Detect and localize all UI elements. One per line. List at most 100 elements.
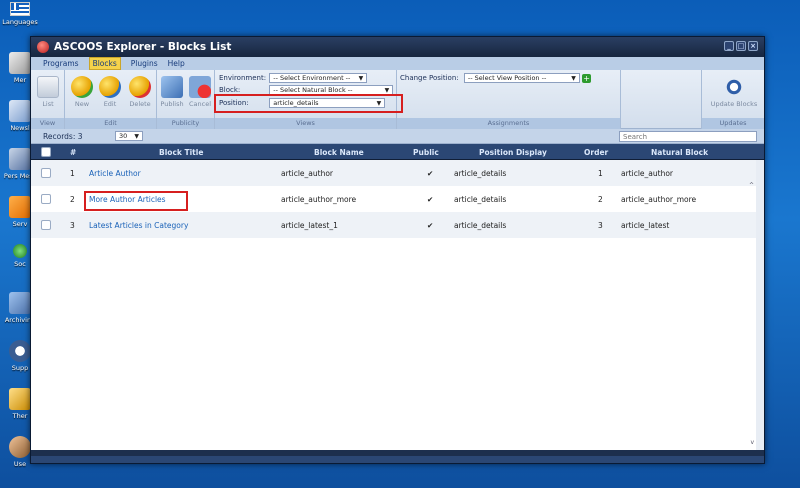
ascoos-logo-icon <box>37 41 49 53</box>
new-button[interactable]: New <box>69 76 95 108</box>
chevron-down-icon: ▼ <box>134 133 139 140</box>
close-button[interactable]: × <box>748 41 758 51</box>
desktop-icon-label: Languages <box>2 18 38 26</box>
toolbar: List View New Edit Delete Edit Publish C… <box>31 70 764 129</box>
column-header-natural-block[interactable]: Natural Block <box>651 148 708 157</box>
updates-group-label: Updates <box>702 118 764 129</box>
view-group: List View <box>31 70 65 129</box>
menu-bar: Programs Blocks Plugins Help <box>31 57 764 70</box>
update-blocks-label: Update Blocks <box>710 100 758 108</box>
archive-icon <box>9 292 31 314</box>
public-check-icon[interactable]: ✔ <box>427 195 433 204</box>
greek-flag-icon <box>10 2 30 16</box>
delete-button[interactable]: Delete <box>127 76 153 108</box>
newsletter-icon <box>9 100 31 122</box>
window-footer <box>31 456 764 463</box>
edit-button-label: Edit <box>103 100 117 108</box>
column-header-order[interactable]: Order <box>584 148 608 157</box>
add-position-icon[interactable]: + <box>582 73 592 83</box>
menu-item-programs[interactable]: Programs <box>43 59 79 68</box>
change-position-select-value: -- Select View Position -- <box>467 74 547 82</box>
menu-item-plugins[interactable]: Plugins <box>131 59 158 68</box>
position-display: article_details <box>454 169 507 178</box>
edit-group: New Edit Delete Edit <box>65 70 157 129</box>
row-checkbox[interactable] <box>41 220 51 230</box>
block-title-link[interactable]: Article Author <box>89 169 141 178</box>
change-position-select[interactable]: -- Select View Position -- ▼ <box>463 73 580 83</box>
cancel-button-label: Cancel <box>188 100 212 108</box>
delete-block-icon <box>129 76 151 98</box>
public-check-icon[interactable]: ✔ <box>427 221 433 230</box>
row-number: 3 <box>70 221 75 230</box>
view-group-label: View <box>31 118 64 129</box>
update-icon <box>723 76 745 98</box>
list-button-label: List <box>42 100 54 108</box>
blocks-grid: 1 Article Author article_author ✔ articl… <box>31 160 764 450</box>
environment-select[interactable]: -- Select Environment -- ▼ <box>269 73 368 83</box>
support-icon <box>9 340 31 362</box>
update-blocks-button[interactable]: Update Blocks <box>708 76 760 108</box>
position-display: article_details <box>454 195 507 204</box>
records-count: Records: 3 <box>43 132 83 141</box>
page-size-select[interactable]: 30 ▼ <box>115 131 143 141</box>
list-button[interactable]: List <box>35 76 61 108</box>
column-header-number[interactable]: # <box>70 148 76 157</box>
social-icon <box>13 244 27 258</box>
grid-header: # Block Title Block Name Public Position… <box>31 144 764 160</box>
edit-block-icon <box>99 76 121 98</box>
menu-item-blocks[interactable]: Blocks <box>88 57 121 70</box>
records-bar: Records: 3 30 ▼ <box>31 129 764 144</box>
themes-icon <box>9 388 31 410</box>
column-header-position-display[interactable]: Position Display <box>479 148 547 157</box>
chevron-down-icon: ▼ <box>571 75 576 82</box>
block-label: Block: <box>219 86 241 94</box>
edit-button[interactable]: Edit <box>97 76 123 108</box>
page-size-value: 30 <box>119 132 128 140</box>
environment-row: Environment: -- Select Environment -- ▼ <box>219 73 368 83</box>
table-row[interactable]: 1 Article Author article_author ✔ articl… <box>31 160 756 186</box>
natural-block: article_author_more <box>621 195 697 204</box>
order-value: 3 <box>598 221 603 230</box>
order-value: 1 <box>598 169 603 178</box>
position-highlight <box>214 94 403 113</box>
publicity-group: Publish Cancel Publicity <box>157 70 215 129</box>
column-header-public[interactable]: Public <box>413 148 439 157</box>
row-number: 2 <box>70 195 75 204</box>
search-input[interactable] <box>619 131 757 142</box>
table-row[interactable]: 3 Latest Articles in Category article_la… <box>31 212 756 238</box>
environment-select-value: -- Select Environment -- <box>273 74 351 82</box>
publish-button-label: Publish <box>160 100 184 108</box>
block-title-link[interactable]: Latest Articles in Category <box>89 221 188 230</box>
maximize-button[interactable]: □ <box>736 41 746 51</box>
column-header-block-name[interactable]: Block Name <box>314 148 364 157</box>
change-position-label: Change Position: <box>400 74 459 82</box>
natural-block: article_latest <box>621 221 670 230</box>
title-highlight <box>84 191 188 211</box>
window-titlebar[interactable]: ASCOOS Explorer - Blocks List _ □ × <box>31 37 764 57</box>
new-button-label: New <box>74 100 90 108</box>
edit-group-label: Edit <box>65 118 156 129</box>
block-name: article_latest_1 <box>281 221 338 230</box>
cancel-button[interactable]: Cancel <box>187 76 213 108</box>
publicity-group-label: Publicity <box>157 118 214 129</box>
menu-item-help[interactable]: Help <box>168 59 185 68</box>
order-value: 2 <box>598 195 603 204</box>
row-checkbox[interactable] <box>41 168 51 178</box>
blocks-list-window: ASCOOS Explorer - Blocks List _ □ × Prog… <box>30 36 765 464</box>
block-name: article_author_more <box>281 195 357 204</box>
publish-button[interactable]: Publish <box>159 76 185 108</box>
cancel-icon <box>189 76 211 98</box>
minimize-button[interactable]: _ <box>724 41 734 51</box>
select-all-checkbox[interactable] <box>41 147 51 157</box>
desktop-icon-languages[interactable]: Languages <box>0 2 40 26</box>
scroll-down-icon[interactable]: v <box>750 439 754 446</box>
publish-icon <box>161 76 183 98</box>
scroll-up-icon[interactable]: ^ <box>749 182 754 189</box>
column-header-block-title[interactable]: Block Title <box>159 148 203 157</box>
chevron-down-icon: ▼ <box>358 75 364 82</box>
assignments-group: Change Position: -- Select View Position… <box>397 70 621 129</box>
public-check-icon[interactable]: ✔ <box>427 169 433 178</box>
window-title: ASCOOS Explorer - Blocks List <box>54 41 232 53</box>
messages-icon <box>9 148 31 170</box>
row-checkbox[interactable] <box>41 194 51 204</box>
